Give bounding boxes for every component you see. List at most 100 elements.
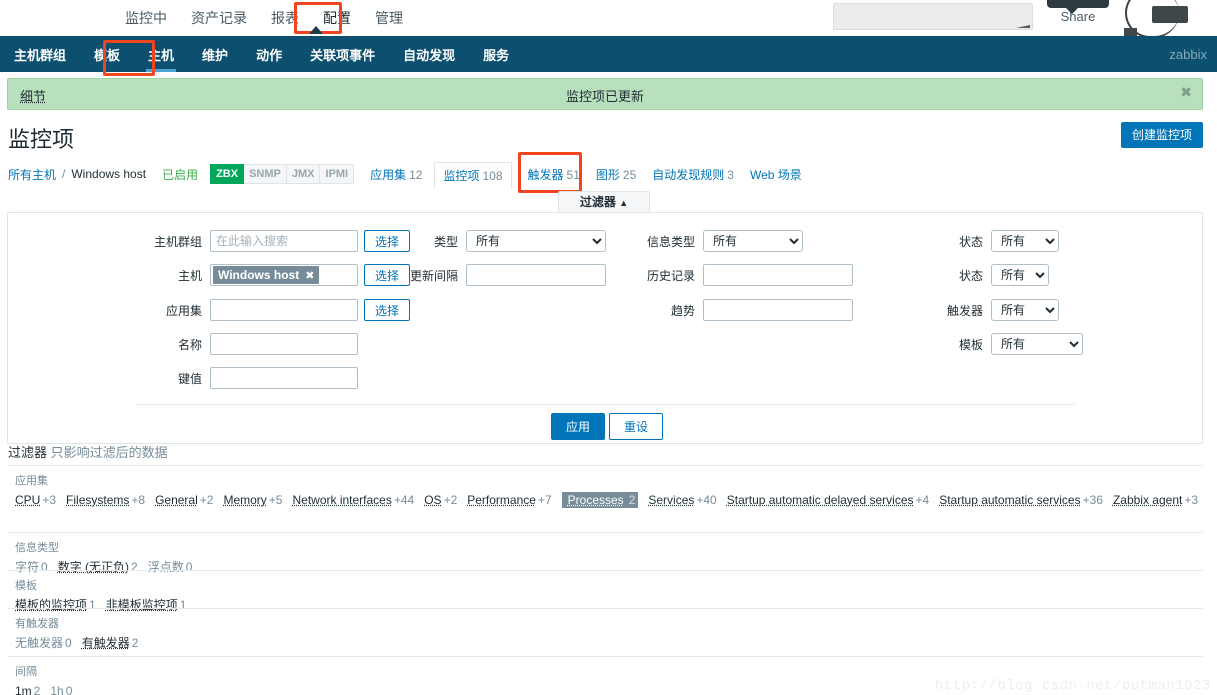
- template-select[interactable]: 所有: [991, 333, 1083, 355]
- reset-button[interactable]: 重设: [609, 413, 664, 440]
- info-type-select[interactable]: 所有: [703, 230, 803, 252]
- host-status-link[interactable]: 已启用: [162, 166, 198, 183]
- update-interval-input[interactable]: [466, 264, 606, 286]
- application-input[interactable]: [210, 299, 358, 321]
- host-chip-label: Windows host: [218, 268, 300, 282]
- topnav-item-3[interactable]: 配置: [311, 0, 363, 36]
- close-icon[interactable]: ✖: [1180, 85, 1192, 99]
- subfilter-group-label: 应用集: [15, 475, 48, 487]
- host-chip: Windows host ✖: [213, 266, 320, 284]
- interface-badge-snmp: SNMP: [244, 163, 287, 185]
- host-group-input[interactable]: [210, 230, 358, 252]
- subnav-item-0[interactable]: 主机群组: [0, 36, 80, 72]
- key-input[interactable]: [210, 367, 358, 389]
- global-search-input[interactable]: [833, 3, 1033, 30]
- filter-panel: 主机群组 选择 主机 Windows host ✖ 选择 应用集 选择 名称 键…: [7, 212, 1203, 444]
- resize-handle-icon[interactable]: [1016, 25, 1030, 28]
- host-select-button[interactable]: 选择: [364, 264, 411, 286]
- subfilter-item-name: Network interfaces: [292, 493, 392, 507]
- subfilter-group-label: 信息类型: [15, 542, 59, 554]
- subfilter-item-count: +2: [199, 493, 214, 507]
- apply-button[interactable]: 应用: [551, 413, 606, 440]
- triggers-select[interactable]: 所有: [991, 299, 1059, 321]
- subfilter-item[interactable]: OS +2: [424, 493, 457, 507]
- breadcrumb-all-hosts[interactable]: 所有主机: [8, 166, 56, 183]
- subfilter-item-name: 无触发器: [15, 636, 64, 650]
- subnav-item-4[interactable]: 动作: [242, 36, 296, 72]
- topnav-item-4[interactable]: 管理: [363, 0, 415, 36]
- main-navigation: 监控中 资产记录 报表 配置 管理: [113, 0, 415, 36]
- subfilter-item[interactable]: CPU +3: [15, 493, 56, 507]
- subnav-item-1[interactable]: 模板: [80, 36, 134, 72]
- type-select[interactable]: 所有: [466, 230, 606, 252]
- topnav-item-0[interactable]: 监控中: [113, 0, 179, 36]
- trends-input[interactable]: [703, 299, 853, 321]
- subfilter-item-count: +40: [696, 493, 717, 507]
- subfilter-item-name: 1m: [15, 684, 32, 695]
- subnav-item-7[interactable]: 服务: [469, 36, 523, 72]
- object-tab-自动发现规则[interactable]: 自动发现规则 3: [652, 166, 734, 183]
- subnav-item-2[interactable]: 主机: [134, 36, 188, 72]
- object-tab-count: 108: [482, 168, 503, 183]
- object-tab-label: 自动发现规则: [652, 167, 725, 182]
- subfilter-group-label: 有触发器: [15, 618, 59, 630]
- subfilter-group-0: 应用集 CPU +3 Filesystems +8 General +2 Memory +5 Ne…: [7, 465, 1203, 515]
- history-input[interactable]: [703, 264, 853, 286]
- key-label: 键值: [177, 371, 202, 386]
- object-tab-count: 3: [727, 167, 734, 182]
- filter-divider: [136, 404, 1075, 405]
- subfilter-item[interactable]: Processes 2: [561, 492, 639, 508]
- filter-tab[interactable]: 过滤器 ▲: [558, 191, 650, 213]
- sub-navigation: 主机群组 模板 主机 维护 动作 关联项事件 自动发现 服务 zabbix: [0, 36, 1217, 72]
- subnav-item-5[interactable]: 关联项事件: [296, 36, 389, 72]
- subfilter-item[interactable]: Startup automatic services +36: [939, 493, 1103, 507]
- type-label: 类型: [433, 234, 458, 249]
- state-select[interactable]: 所有: [991, 230, 1059, 252]
- top-header-bar: 监控中 资产记录 报表 配置 管理 Share: [0, 0, 1217, 40]
- object-tab-图形[interactable]: 图形 25: [596, 166, 636, 183]
- object-tab-应用集[interactable]: 应用集 12: [370, 166, 422, 183]
- object-tab-触发器[interactable]: 触发器 51: [528, 166, 580, 183]
- subfilter-item-count: 0: [65, 684, 73, 695]
- remove-chip-icon[interactable]: ✖: [305, 269, 314, 282]
- host-group-label: 主机群组: [153, 234, 202, 249]
- subnav-item-6[interactable]: 自动发现: [389, 36, 469, 72]
- subfilter-item[interactable]: Memory +5: [223, 493, 282, 507]
- subfilter-item-count: +2: [443, 493, 458, 507]
- subfilter-item[interactable]: Services +40: [648, 493, 716, 507]
- brand-label: zabbix: [1169, 46, 1207, 62]
- subfilter-item[interactable]: 1m 2: [15, 684, 40, 695]
- watermark-text: http://blog.csdn.net/outman1023: [935, 678, 1211, 694]
- topnav-item-2[interactable]: 报表: [259, 0, 311, 36]
- subfilter-item-count: +44: [393, 493, 415, 507]
- object-tab-Web 场景[interactable]: Web 场景: [750, 166, 802, 183]
- host-group-select-button[interactable]: 选择: [364, 230, 411, 252]
- name-input[interactable]: [210, 333, 358, 355]
- breadcrumb: 所有主机 / Windows host 已启用 ZBX SNMP JMX IPMI 应…: [8, 161, 802, 189]
- application-select-button[interactable]: 选择: [364, 299, 411, 321]
- subfilter-item-name: General: [155, 493, 198, 507]
- subfilter-item[interactable]: Zabbix agent +3: [1113, 493, 1198, 507]
- subfilter-item[interactable]: Network interfaces +44: [292, 493, 414, 507]
- subfilter-item[interactable]: Filesystems +8: [66, 493, 145, 507]
- subfilter-item[interactable]: 有触发器 2: [82, 636, 139, 650]
- object-tab-监控项[interactable]: 监控项 108: [434, 161, 512, 189]
- interface-badge-ipmi: IPMI: [320, 163, 355, 185]
- subfilter-item-list: 无触发器 0 有触发器 2: [15, 634, 1195, 653]
- share-widget[interactable]: Share: [1047, 0, 1109, 28]
- subfilter-item[interactable]: General +2: [155, 493, 213, 507]
- topnav-item-1[interactable]: 资产记录: [179, 0, 259, 36]
- host-multiselect[interactable]: Windows host ✖: [210, 264, 358, 286]
- state-label: 状态: [958, 234, 983, 249]
- status-select[interactable]: 所有: [991, 264, 1049, 286]
- subfilter-group-label: 间隔: [15, 666, 37, 678]
- subfilter-item-name: Services: [648, 493, 695, 507]
- object-tab-count: 25: [622, 167, 637, 182]
- triggers-label: 触发器: [946, 303, 983, 318]
- host-label: 主机: [177, 268, 202, 283]
- subfilter-item[interactable]: Startup automatic delayed services +4: [727, 493, 929, 507]
- subfilter-item-count: 0: [65, 636, 72, 650]
- subnav-item-3[interactable]: 维护: [188, 36, 242, 72]
- subfilter-item[interactable]: Performance +7: [467, 493, 551, 507]
- create-item-button[interactable]: 创建监控项: [1120, 122, 1203, 149]
